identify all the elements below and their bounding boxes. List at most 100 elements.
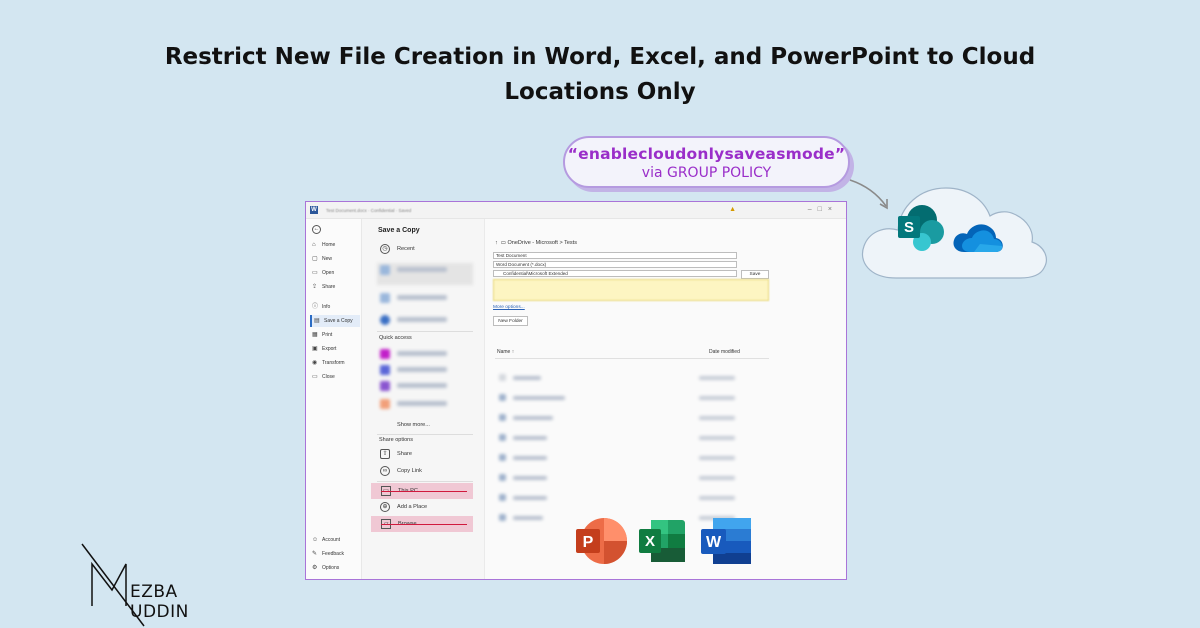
nav-new[interactable]: ▢ New — [310, 253, 360, 265]
policy-callout: “enablecloudonlysaveasmode” via GROUP PO… — [563, 136, 850, 188]
new-folder-button[interactable]: New Folder — [493, 316, 528, 326]
nav-label: Open — [322, 270, 335, 276]
cloud-location-icon — [380, 293, 390, 303]
blurred-text — [513, 516, 543, 520]
nav-home[interactable]: ⌂ Home — [310, 239, 360, 251]
blurred-text — [699, 416, 735, 420]
info-icon: ⓘ — [312, 304, 319, 310]
location-label: Recent — [397, 246, 415, 252]
location-this-pc-disabled[interactable]: ▭This PC — [371, 483, 473, 499]
breadcrumb-path: OneDrive - Microsoft > Tests — [507, 240, 577, 246]
sensitivity-label: Confidential\Microsoft Extended — [503, 271, 568, 276]
nav-feedback[interactable]: ✎ Feedback — [310, 548, 360, 560]
mezba-uddin-logo: EZBA UDDIN — [78, 540, 238, 628]
location-browse-disabled[interactable]: ▱Browse — [371, 516, 473, 532]
document-icon — [499, 514, 506, 521]
nav-label: Account — [322, 537, 341, 543]
blurred-text — [397, 295, 447, 300]
nav-print[interactable]: ▦ Print — [310, 329, 360, 341]
file-row[interactable] — [499, 474, 759, 482]
blurred-text — [699, 376, 735, 380]
quick-access-item[interactable] — [377, 347, 473, 361]
blurred-text — [513, 476, 547, 480]
nav-label: Transform — [322, 360, 345, 366]
sharepoint-icon: S — [898, 205, 944, 251]
file-list-header: Name ↑ Date modified — [497, 349, 767, 355]
share-options-heading: Share options — [379, 437, 413, 443]
blurred-text — [513, 496, 547, 500]
blurred-location[interactable] — [377, 313, 473, 327]
nav-info[interactable]: ⓘ Info — [310, 301, 360, 313]
column-name[interactable]: Name ↑ — [497, 349, 514, 355]
location-recent[interactable]: ◷ Recent — [377, 241, 473, 257]
page-title: Restrict New File Creation in Word, Exce… — [100, 40, 1100, 110]
save-locations-pane: Save a Copy ◷ Recent Quick access Show mo… — [363, 219, 483, 579]
strike-line — [381, 491, 467, 492]
show-more-link[interactable]: Show more... — [377, 417, 473, 433]
open-icon: ▭ — [312, 270, 318, 276]
site-icon — [380, 381, 390, 391]
blurred-text — [513, 436, 547, 440]
backstage-nav: ← ⌂ Home ▢ New ▭ Open ⇪ Share ⓘ Info ▤ Save a … — [306, 219, 362, 579]
location-add-place[interactable]: ⊕ Add a Place — [377, 499, 473, 515]
column-date-modified[interactable]: Date modified — [709, 349, 740, 355]
nav-share[interactable]: ⇪ Share — [310, 281, 360, 293]
export-icon: ▣ — [312, 346, 318, 352]
back-arrow-icon[interactable]: ← — [312, 225, 321, 234]
blurred-text — [513, 376, 541, 380]
nav-export[interactable]: ▣ Export — [310, 343, 360, 355]
location-label: Add a Place — [397, 504, 428, 510]
file-row[interactable] — [499, 434, 759, 442]
window-controls[interactable]: –□× — [808, 206, 838, 213]
quick-access-item[interactable] — [377, 363, 473, 377]
document-icon — [499, 494, 506, 501]
blurred-text — [699, 496, 735, 500]
nav-label: Feedback — [322, 551, 344, 557]
nav-account[interactable]: ☺ Account — [310, 534, 360, 546]
policy-name: “enablecloudonlysaveasmode” — [567, 145, 846, 163]
blurred-text — [397, 367, 447, 372]
nav-label: New — [322, 256, 333, 262]
blurred-location[interactable] — [377, 291, 473, 305]
filetype-select[interactable]: Word Document (*.docx) — [493, 261, 737, 268]
nav-open[interactable]: ▭ Open — [310, 267, 360, 279]
sensitivity-select[interactable]: Confidential\Microsoft Extended — [493, 270, 737, 277]
link-icon: ∞ — [380, 466, 390, 476]
breadcrumb[interactable]: ↑ ▭ OneDrive - Microsoft > Tests — [495, 240, 577, 246]
svg-text:P: P — [583, 534, 594, 551]
window-titlebar: W Test Document.docx · Confidential · Sa… — [306, 202, 846, 219]
file-row[interactable] — [499, 394, 759, 402]
file-row[interactable] — [499, 454, 759, 462]
nav-options[interactable]: ⚙ Options — [310, 562, 360, 574]
document-title: Test Document.docx · Confidential · Save… — [326, 208, 412, 213]
globe-icon: ⊕ — [380, 502, 390, 512]
file-row[interactable] — [499, 374, 759, 382]
quick-access-item[interactable] — [377, 397, 473, 411]
logo-text: EZBA UDDIN — [130, 582, 189, 622]
quick-access-heading: Quick access — [379, 335, 412, 341]
divider — [377, 434, 473, 435]
nav-label: Share — [322, 284, 336, 290]
more-options-link[interactable]: More options... — [493, 305, 525, 310]
options-icon: ⚙ — [312, 565, 318, 571]
blurred-text — [397, 401, 447, 406]
file-row[interactable] — [499, 494, 759, 502]
onedrive-icon — [953, 224, 1003, 252]
nav-close[interactable]: ▭ Close — [310, 371, 360, 383]
save-copy-icon: ▤ — [314, 318, 320, 324]
nav-label: Options — [322, 565, 340, 571]
nav-transform[interactable]: ◉ Transform — [310, 357, 360, 369]
quick-access-item[interactable] — [377, 379, 473, 393]
save-button[interactable]: Save — [741, 270, 769, 279]
cloud-location-icon — [380, 315, 390, 325]
close-icon: ▭ — [312, 374, 318, 380]
nav-save-a-copy[interactable]: ▤ Save a Copy — [310, 315, 360, 327]
svg-text:S: S — [904, 219, 914, 236]
location-copy-link[interactable]: ∞ Copy Link — [377, 463, 473, 479]
filename-input[interactable]: Test Document — [493, 252, 737, 259]
clock-icon: ◷ — [380, 244, 390, 254]
location-share[interactable]: ⇧ Share — [377, 446, 473, 462]
file-row[interactable] — [499, 414, 759, 422]
blurred-location[interactable] — [377, 263, 473, 285]
nav-label: Print — [322, 332, 333, 338]
